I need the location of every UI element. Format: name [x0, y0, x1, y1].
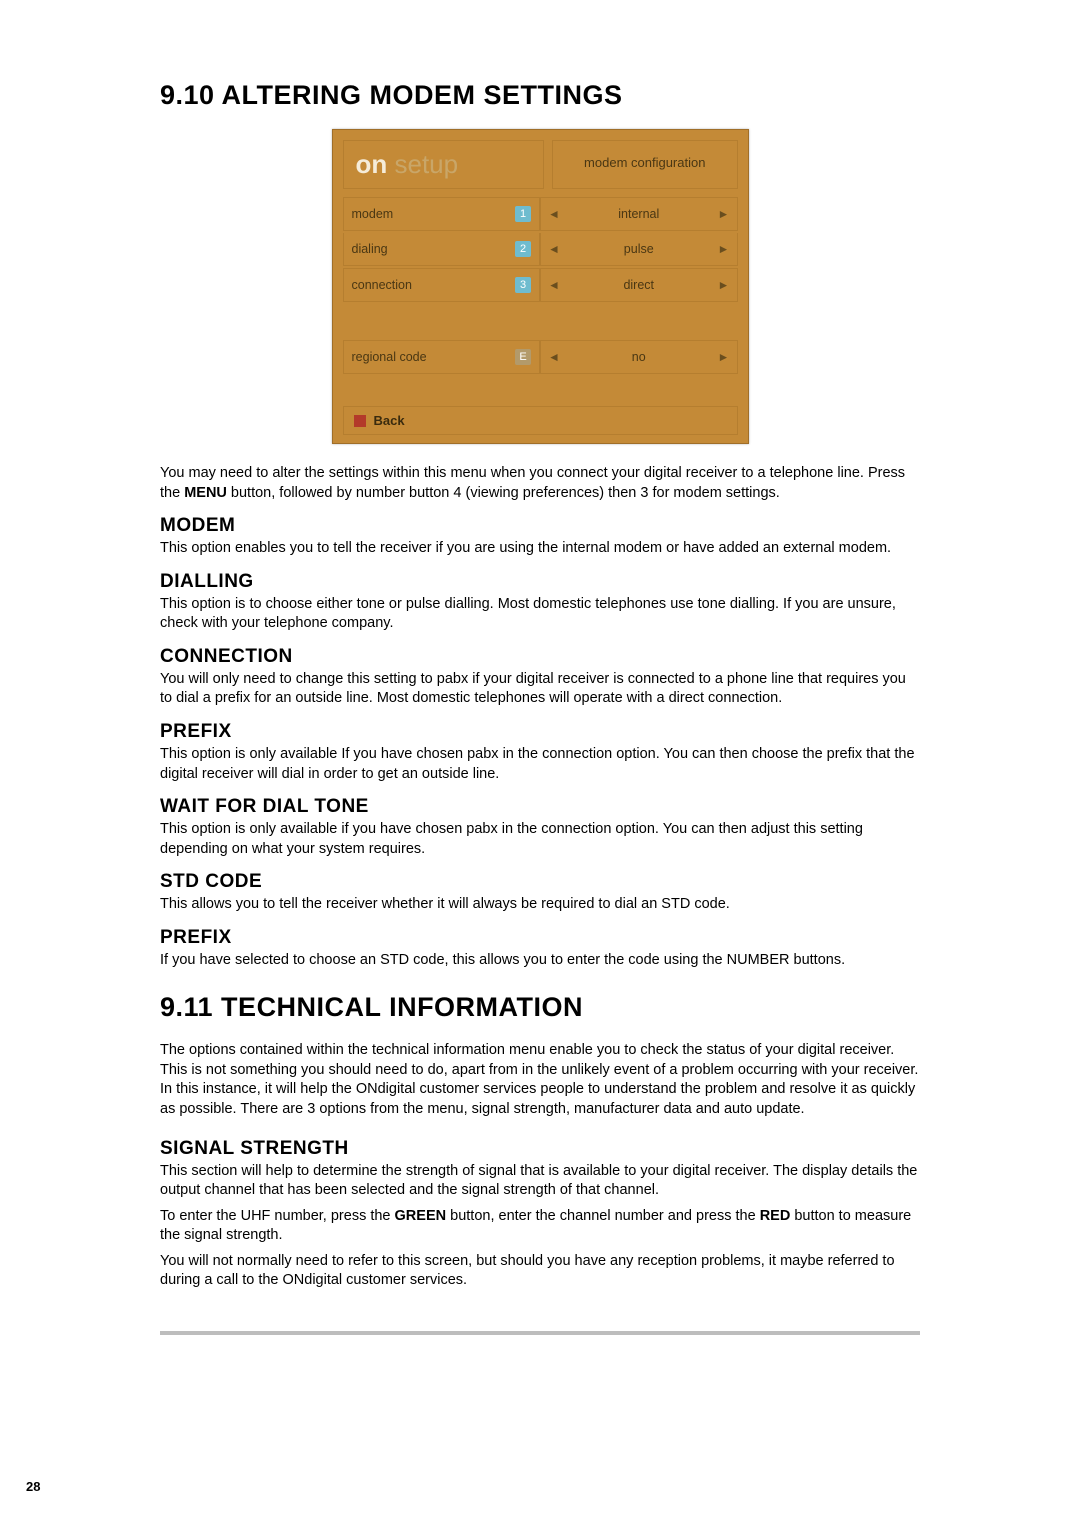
- setup-num-3: 3: [515, 277, 531, 293]
- sub-prefix2-title: PREFIX: [160, 927, 920, 949]
- setup-right-value: no: [632, 350, 646, 364]
- setup-num-1: 1: [515, 206, 531, 222]
- p2-b1: GREEN: [395, 1208, 447, 1224]
- red-square-icon: [354, 415, 366, 427]
- logo-setup: setup: [387, 149, 458, 179]
- arrow-right-icon: ►: [717, 242, 731, 256]
- setup-right-row: ◄ no ►: [540, 340, 738, 374]
- setup-right-value: pulse: [624, 242, 654, 256]
- setup-back-label: Back: [374, 413, 405, 428]
- setup-num-2: 2: [515, 241, 531, 257]
- sub-signal-p1: This section will help to determine the …: [160, 1162, 920, 1201]
- sub-modem-title: MODEM: [160, 515, 920, 537]
- arrow-right-icon: ►: [717, 207, 731, 221]
- setup-right-row: ◄ internal ►: [540, 197, 738, 231]
- sub-waitdial-title: WAIT FOR DIAL TONE: [160, 796, 920, 818]
- sub-waitdial-text: This option is only available if you hav…: [160, 820, 920, 859]
- setup-right-value: internal: [618, 207, 659, 221]
- sub-dialling-title: DIALLING: [160, 571, 920, 593]
- setup-right-row: ◄ pulse ►: [540, 233, 738, 266]
- setup-left-label: modem: [352, 207, 394, 221]
- setup-num-E: E: [515, 349, 531, 365]
- setup-left-row: regional code E: [343, 340, 541, 374]
- setup-right-row: ◄ direct ►: [540, 268, 738, 302]
- setup-logo: on setup: [343, 140, 545, 189]
- intro-post: button, followed by number button 4 (vie…: [227, 485, 780, 501]
- p2-b2: RED: [760, 1208, 791, 1224]
- sub-signal-p3: You will not normally need to refer to t…: [160, 1252, 920, 1291]
- arrow-left-icon: ◄: [547, 350, 561, 364]
- sub-prefix1-title: PREFIX: [160, 721, 920, 743]
- intro-bold: MENU: [184, 485, 227, 501]
- arrow-left-icon: ◄: [547, 242, 561, 256]
- bottom-rule: [160, 1331, 920, 1335]
- setup-footer: Back: [343, 406, 738, 435]
- logo-on: on: [356, 149, 388, 179]
- arrow-left-icon: ◄: [547, 278, 561, 292]
- sub-dialling-text: This option is to choose either tone or …: [160, 595, 920, 634]
- p2-pre: To enter the UHF number, press the: [160, 1208, 395, 1224]
- sub-signal-title: SIGNAL STRENGTH: [160, 1138, 920, 1160]
- sub-connection-text: You will only need to change this settin…: [160, 670, 920, 709]
- setup-left-row: modem 1: [343, 197, 541, 231]
- sub-connection-title: CONNECTION: [160, 646, 920, 668]
- arrow-left-icon: ◄: [547, 207, 561, 221]
- sub-prefix1-text: This option is only available If you hav…: [160, 745, 920, 784]
- p2-mid: button, enter the channel number and pre…: [446, 1208, 760, 1224]
- setup-left-label: dialing: [352, 242, 388, 256]
- sub-prefix2-text: If you have selected to choose an STD co…: [160, 951, 920, 971]
- intro-text-911: The options contained within the technic…: [160, 1041, 920, 1119]
- arrow-right-icon: ►: [717, 278, 731, 292]
- sub-stdcode-title: STD CODE: [160, 871, 920, 893]
- setup-left-row: connection 3: [343, 268, 541, 302]
- sub-stdcode-text: This allows you to tell the receiver whe…: [160, 895, 920, 915]
- section-title-911: 9.11 TECHNICAL INFORMATION: [160, 992, 920, 1023]
- sub-signal-p2: To enter the UHF number, press the GREEN…: [160, 1207, 920, 1246]
- arrow-right-icon: ►: [717, 350, 731, 364]
- setup-right-value: direct: [623, 278, 654, 292]
- setup-left-label: connection: [352, 278, 412, 292]
- setup-panel-title: modem configuration: [552, 140, 738, 189]
- setup-left-label: regional code: [352, 350, 427, 364]
- sub-modem-text: This option enables you to tell the rece…: [160, 539, 920, 559]
- intro-text-910: You may need to alter the settings withi…: [160, 464, 920, 503]
- setup-left-row: dialing 2: [343, 233, 541, 266]
- section-title-910: 9.10 ALTERING MODEM SETTINGS: [160, 80, 920, 111]
- setup-screenshot: on setup modem configuration modem 1 dia…: [332, 129, 749, 444]
- page-number: 28: [26, 1479, 40, 1494]
